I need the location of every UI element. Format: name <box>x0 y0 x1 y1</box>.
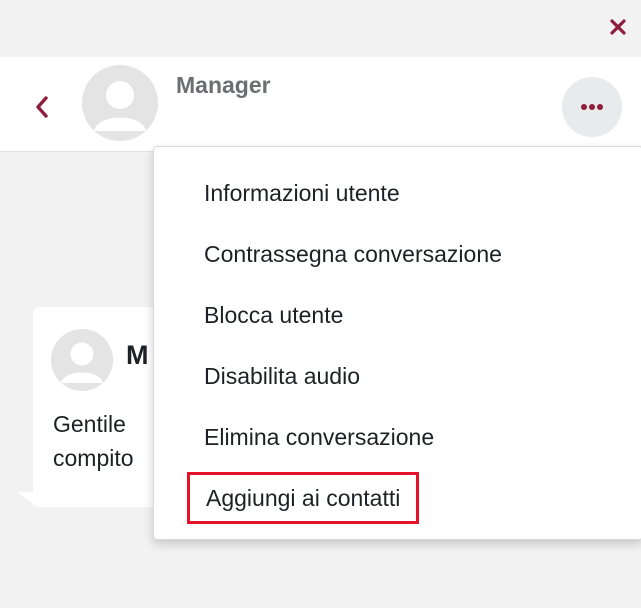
menu-item-delete-conversation[interactable]: Elimina conversazione <box>204 424 434 451</box>
menu-item-user-info[interactable]: Informazioni utente <box>204 180 400 207</box>
chevron-left-icon <box>36 96 48 118</box>
user-avatar-icon <box>82 65 158 141</box>
message-line: compito <box>53 445 134 471</box>
ellipsis-icon <box>581 104 603 110</box>
message-line: Gentile <box>53 411 126 437</box>
menu-item-block-user[interactable]: Blocca utente <box>204 302 343 329</box>
menu-item-mute[interactable]: Disabilita audio <box>204 363 360 390</box>
message-sender: M <box>126 340 149 370</box>
back-button[interactable] <box>30 93 54 121</box>
close-icon <box>610 19 626 35</box>
conversation-actions-menu: Informazioni utente Contrassegna convers… <box>153 146 641 540</box>
menu-item-add-contact[interactable]: Aggiungi ai contatti <box>187 472 420 524</box>
drawer-topbar <box>0 0 641 57</box>
menu-item-star-conversation[interactable]: Contrassegna conversazione <box>204 241 502 268</box>
contact-name[interactable]: Manager <box>176 72 271 99</box>
user-avatar-icon <box>51 329 113 391</box>
close-button[interactable] <box>605 14 631 40</box>
conversation-actions-button[interactable] <box>562 77 622 137</box>
sender-avatar <box>51 329 113 391</box>
conversation-header: Manager <box>0 57 641 152</box>
contact-avatar[interactable] <box>82 65 158 141</box>
message-text: Gentile compito <box>53 407 134 475</box>
